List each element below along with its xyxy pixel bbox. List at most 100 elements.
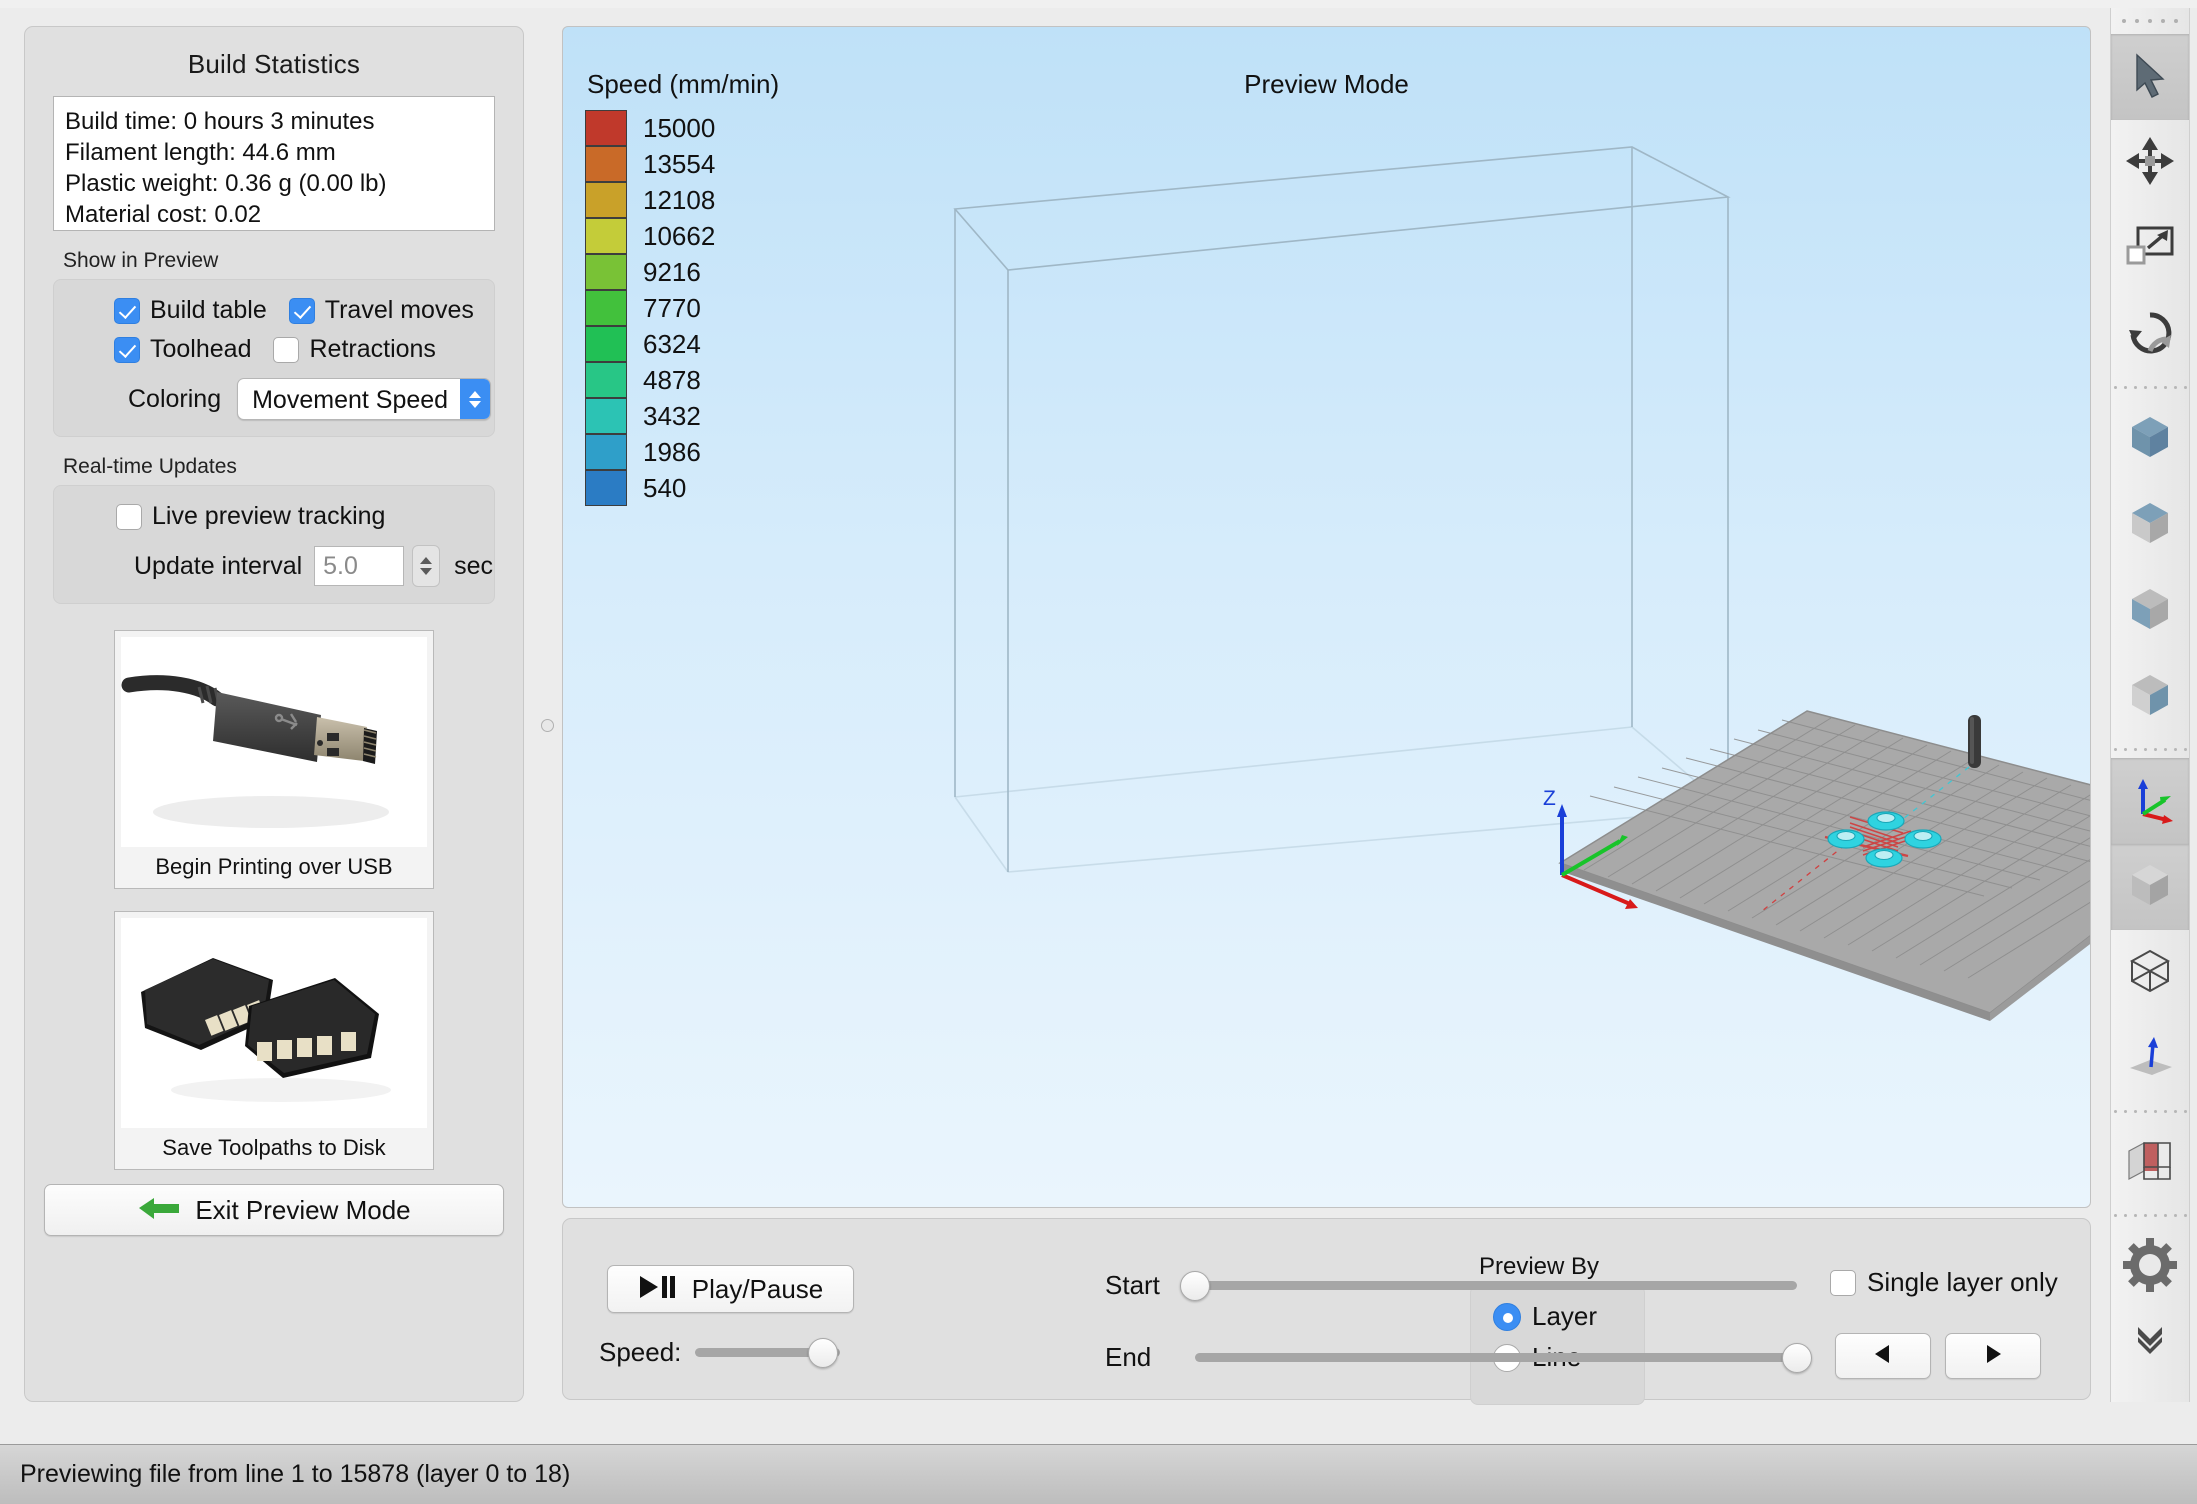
toolbar-separator	[2111, 1206, 2189, 1224]
cursor-arrow-icon	[2130, 52, 2170, 103]
start-slider-knob[interactable]	[1180, 1270, 1210, 1301]
cube-front-icon	[2124, 497, 2176, 554]
checkbox-retractions[interactable]	[273, 336, 300, 363]
start-label: Start	[1105, 1270, 1160, 1300]
exit-preview-mode-button[interactable]: Exit Preview Mode	[44, 1184, 504, 1236]
checkbox-toolhead[interactable]	[114, 336, 140, 363]
build-plate	[1558, 710, 2090, 1021]
chevron-up-down-icon	[460, 379, 491, 419]
select-tool[interactable]	[2111, 34, 2189, 120]
single-layer-only-row: Single layer only	[1830, 1267, 2058, 1298]
update-interval-label: Update interval	[134, 551, 303, 580]
build-statistics-box: Build time: 0 hours 3 minutes Filament l…	[53, 96, 495, 231]
view-left[interactable]	[2111, 568, 2189, 654]
speed-slider-knob[interactable]	[808, 1337, 838, 1368]
checkbox-live-preview-tracking[interactable]	[116, 503, 142, 530]
rotate-icon	[2125, 308, 2175, 363]
speed-slider-row: Speed:	[599, 1337, 841, 1368]
more[interactable]	[2111, 1310, 2189, 1370]
start-slider-row: Start	[1105, 1270, 1797, 1301]
step-buttons	[1835, 1333, 2055, 1379]
build-volume-scene: Z	[953, 146, 2090, 1021]
wireframe-cube-icon	[2124, 945, 2176, 1002]
checkbox-single-layer-only[interactable]	[1830, 1269, 1856, 1296]
panel-splitter-handle[interactable]	[541, 719, 554, 732]
solid-view[interactable]	[2111, 844, 2189, 930]
play-pause-icon	[638, 1273, 678, 1306]
sd-cards-photo	[121, 918, 427, 1128]
view-right[interactable]	[2111, 654, 2189, 740]
stat-build-time: Build time: 0 hours 3 minutes	[65, 108, 375, 135]
wireframe-view[interactable]	[2111, 930, 2189, 1016]
normals-view[interactable]	[2111, 1016, 2189, 1102]
next-layer-button[interactable]	[1945, 1333, 2041, 1379]
move-arrows-icon	[2124, 135, 2176, 192]
coloring-select-value: Movement Speed	[252, 386, 449, 414]
play-pause-button[interactable]: Play/Pause	[607, 1265, 854, 1313]
cross-section[interactable]	[2111, 1120, 2189, 1206]
checkbox-build-table[interactable]	[114, 297, 140, 324]
single-layer-only-label: Single layer only	[1867, 1267, 2058, 1297]
checkbox-travel-moves-label: Travel moves	[324, 296, 474, 324]
play-pause-label: Play/Pause	[691, 1273, 824, 1304]
update-interval-row: Update interval 5.0 sec	[134, 545, 494, 587]
triangle-right-icon	[1981, 1342, 2005, 1371]
end-slider-knob[interactable]	[1782, 1342, 1812, 1373]
toolbar-grip[interactable]	[2111, 8, 2189, 34]
start-slider[interactable]	[1180, 1270, 1797, 1301]
checkbox-row-1: Build table Travel moves	[114, 296, 494, 325]
view-front[interactable]	[2111, 482, 2189, 568]
checkbox-build-table-label: Build table	[150, 296, 267, 324]
gear-icon	[2123, 1237, 2177, 1297]
live-tracking-row: Live preview tracking	[116, 502, 494, 531]
coloring-row: Coloring Movement Speed	[128, 378, 494, 420]
realtime-updates-label: Real-time Updates	[63, 455, 237, 478]
green-left-arrow-icon	[137, 1195, 181, 1226]
radio-layer[interactable]	[1493, 1302, 1521, 1331]
coloring-label: Coloring	[128, 384, 222, 413]
axes-icon	[2125, 774, 2175, 829]
checkbox-toolhead-label: Toolhead	[150, 335, 252, 363]
scale-icon	[2124, 224, 2176, 275]
triangle-left-icon	[1871, 1342, 1895, 1371]
move-tool[interactable]	[2111, 120, 2189, 206]
update-interval-input[interactable]: 5.0	[314, 546, 405, 586]
cube-left-icon	[2124, 583, 2176, 640]
end-slider[interactable]	[1195, 1342, 1812, 1373]
checkbox-travel-moves[interactable]	[288, 297, 315, 324]
toolbar-separator	[2111, 378, 2189, 396]
end-slider-row: End	[1105, 1342, 1812, 1373]
rotate-tool[interactable]	[2111, 292, 2189, 378]
status-bar: Previewing file from line 1 to 15878 (la…	[0, 1444, 2197, 1504]
coloring-select[interactable]: Movement Speed	[237, 378, 492, 420]
usb-cable-photo	[121, 637, 427, 847]
begin-printing-over-usb-button[interactable]: Begin Printing over USB	[114, 630, 434, 889]
exit-preview-mode-label: Exit Preview Mode	[195, 1194, 411, 1225]
stat-filament-length: Filament length: 44.6 mm	[65, 139, 336, 166]
cube-right-icon	[2124, 669, 2176, 726]
show-axes[interactable]	[2111, 758, 2189, 844]
scale-tool[interactable]	[2111, 206, 2189, 292]
3d-viewport[interactable]: Preview Mode Speed (mm/min) 15000 13554 …	[562, 26, 2091, 1208]
sd-button-label: Save Toolpaths to Disk	[162, 1135, 386, 1160]
radio-row-layer: Layer	[1493, 1301, 1644, 1332]
speed-label: Speed:	[599, 1337, 682, 1367]
status-bar-text: Previewing file from line 1 to 15878 (la…	[20, 1460, 571, 1488]
left-panel: Build Statistics Build time: 0 hours 3 m…	[24, 26, 524, 1402]
checkbox-row-2: Toolhead Retractions	[114, 335, 494, 364]
settings[interactable]	[2111, 1224, 2189, 1310]
checkbox-retractions-label: Retractions	[309, 335, 436, 363]
speed-slider[interactable]	[695, 1337, 841, 1368]
show-in-preview-label: Show in Preview	[63, 249, 219, 272]
save-toolpaths-to-disk-button[interactable]: Save Toolpaths to Disk	[114, 911, 434, 1170]
view-top[interactable]	[2111, 396, 2189, 482]
show-in-preview-group: Build table Travel moves Toolhead Retrac…	[53, 279, 495, 437]
double-chevron-down-icon	[2133, 1321, 2167, 1360]
toolbar-separator	[2111, 1102, 2189, 1120]
update-interval-stepper[interactable]	[412, 545, 441, 587]
window-top-strip	[0, 0, 2197, 8]
previous-layer-button[interactable]	[1835, 1333, 1931, 1379]
page-title: Build Statistics	[187, 49, 361, 79]
usb-button-label: Begin Printing over USB	[155, 854, 393, 879]
radio-layer-label: Layer	[1532, 1301, 1598, 1331]
